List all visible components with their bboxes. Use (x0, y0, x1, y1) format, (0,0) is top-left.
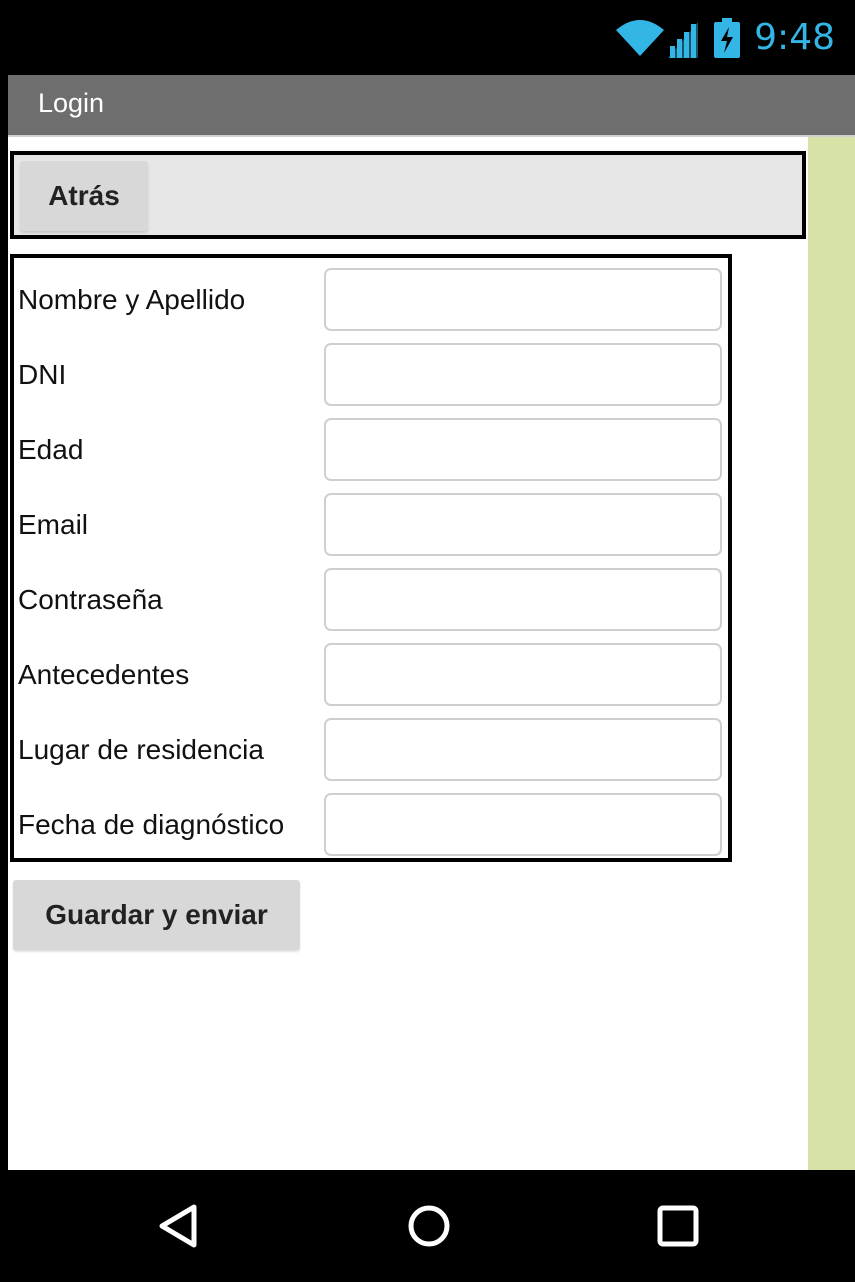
back-button[interactable]: Atrás (20, 161, 148, 231)
form-row-diagnostico: Fecha de diagnóstico (14, 787, 728, 862)
fecha-diagnostico-input[interactable] (324, 793, 722, 856)
field-label: Antecedentes (18, 659, 190, 690)
battery-charging-icon (714, 18, 741, 58)
form-row-residencia: Lugar de residencia (14, 712, 728, 787)
home-circle-icon[interactable] (403, 1200, 455, 1252)
action-bar: Login (8, 75, 855, 137)
signal-icon (668, 18, 699, 58)
screen-title: Login (38, 88, 105, 118)
recents-square-icon[interactable] (652, 1200, 704, 1252)
field-label: DNI (18, 359, 67, 390)
side-panel (808, 137, 855, 1170)
nombre-apellido-input[interactable] (324, 268, 722, 331)
field-label: Lugar de residencia (18, 734, 264, 765)
screen-content: Atrás Nombre y Apellido DNI Edad Email C… (8, 137, 808, 1170)
status-icons: 9:48 (614, 14, 835, 62)
field-label: Email (18, 509, 89, 540)
status-bar: 9:48 (0, 0, 855, 75)
status-clock: 9:48 (754, 17, 835, 58)
dni-input[interactable] (324, 343, 722, 406)
field-label: Contraseña (18, 584, 163, 615)
form-row-dni: DNI (14, 337, 728, 412)
phone-screen: 9:48 Login Atrás Nombre y Apellido DNI E… (0, 0, 855, 1282)
field-label: Nombre y Apellido (18, 284, 246, 315)
registration-form: Nombre y Apellido DNI Edad Email Contras… (10, 254, 732, 862)
navigation-bar (0, 1170, 855, 1282)
lugar-residencia-input[interactable] (324, 718, 722, 781)
wifi-icon (614, 18, 666, 58)
antecedentes-input[interactable] (324, 643, 722, 706)
save-and-send-button[interactable]: Guardar y enviar (13, 880, 300, 950)
form-row-email: Email (14, 487, 728, 562)
form-row-contrasena: Contraseña (14, 562, 728, 637)
top-toolbar: Atrás (10, 151, 806, 239)
email-input[interactable] (324, 493, 722, 556)
edad-input[interactable] (324, 418, 722, 481)
form-row-antecedentes: Antecedentes (14, 637, 728, 712)
back-triangle-icon[interactable] (152, 1200, 204, 1252)
form-row-edad: Edad (14, 412, 728, 487)
form-row-nombre: Nombre y Apellido (14, 262, 728, 337)
field-label: Fecha de diagnóstico (18, 809, 285, 840)
field-label: Edad (18, 434, 84, 465)
contrasena-input[interactable] (324, 568, 722, 631)
